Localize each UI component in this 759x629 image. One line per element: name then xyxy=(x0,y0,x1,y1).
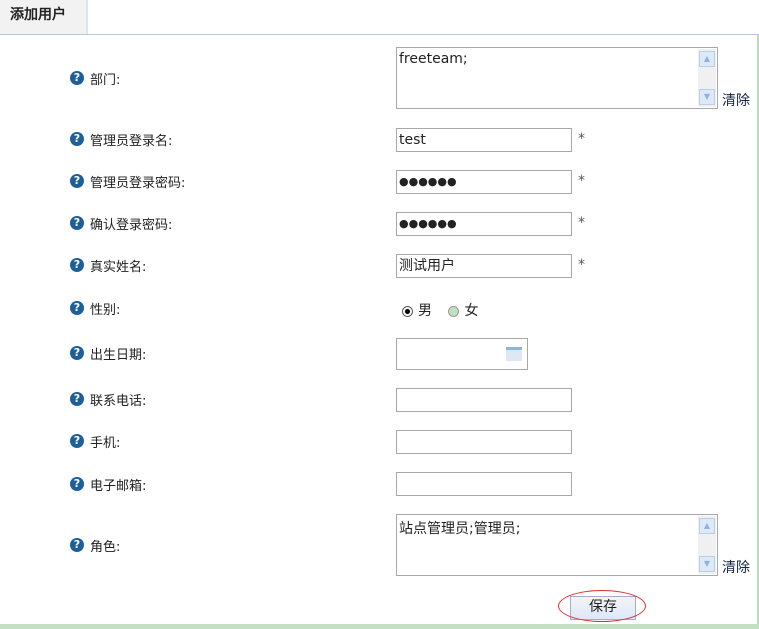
required-mark: * xyxy=(578,257,585,273)
dept-textarea[interactable]: freeteam; ▲ ▼ xyxy=(396,47,718,109)
scroll-up-icon[interactable]: ▲ xyxy=(699,518,715,534)
login-label: ? 管理员登录名: xyxy=(70,129,172,149)
confirm-password-input[interactable]: ●●●●●● xyxy=(396,212,572,236)
role-label: ? 角色: xyxy=(70,535,120,555)
dept-clear-link[interactable]: 清除 xyxy=(722,90,750,110)
help-icon[interactable]: ? xyxy=(70,477,84,491)
label-text: 角色: xyxy=(90,539,121,555)
gender-radios: 男 女 xyxy=(402,300,478,320)
label-text: 真实姓名: xyxy=(90,259,147,275)
calendar-icon[interactable] xyxy=(506,347,522,361)
required-mark: * xyxy=(578,173,585,189)
mobile-input[interactable] xyxy=(396,430,572,454)
help-icon[interactable]: ? xyxy=(70,258,84,272)
gender-female-radio[interactable]: 女 xyxy=(448,303,478,319)
help-icon[interactable]: ? xyxy=(70,538,84,552)
phone-input[interactable] xyxy=(396,388,572,412)
help-icon[interactable]: ? xyxy=(70,392,84,406)
scrollbar[interactable]: ▲ ▼ xyxy=(698,49,716,107)
role-textarea[interactable]: 站点管理员;管理员; ▲ ▼ xyxy=(396,514,718,576)
scroll-down-icon[interactable]: ▼ xyxy=(699,556,715,572)
option-label: 女 xyxy=(464,303,479,319)
email-label: ? 电子邮箱: xyxy=(70,474,146,494)
phone-label: ? 联系电话: xyxy=(70,389,146,409)
tab-add-user[interactable]: 添加用户 xyxy=(0,0,88,34)
required-mark: * xyxy=(578,215,585,231)
help-icon[interactable]: ? xyxy=(70,434,84,448)
option-label: 男 xyxy=(418,303,432,319)
dept-value: freeteam; xyxy=(399,51,468,67)
password-input[interactable]: ●●●●●● xyxy=(396,170,572,194)
radio-checked-icon[interactable] xyxy=(402,305,413,317)
help-icon[interactable]: ? xyxy=(70,132,84,146)
email-input[interactable] xyxy=(396,472,572,496)
role-clear-link[interactable]: 清除 xyxy=(722,557,750,577)
label-text: 管理员登录密码: xyxy=(90,175,186,191)
label-text: 确认登录密码: xyxy=(90,217,173,233)
role-value: 站点管理员;管理员; xyxy=(399,521,521,537)
mobile-label: ? 手机: xyxy=(70,431,120,451)
required-mark: * xyxy=(578,131,585,147)
scroll-down-icon[interactable]: ▼ xyxy=(699,89,715,105)
birthday-input[interactable] xyxy=(396,338,528,370)
highlight-ellipse xyxy=(558,590,646,622)
birthday-label: ? 出生日期: xyxy=(70,343,146,363)
help-icon[interactable]: ? xyxy=(70,174,84,188)
gender-label: ? 性别: xyxy=(70,298,120,318)
realname-label: ? 真实姓名: xyxy=(70,255,146,275)
scroll-up-icon[interactable]: ▲ xyxy=(699,51,715,67)
help-icon[interactable]: ? xyxy=(70,346,84,360)
login-input[interactable]: test xyxy=(396,128,572,152)
label-text: 出生日期: xyxy=(90,347,147,363)
tab-bar: 添加用户 xyxy=(0,0,759,35)
bottom-border xyxy=(0,624,759,629)
label-text: 管理员登录名: xyxy=(90,133,173,149)
help-icon[interactable]: ? xyxy=(70,301,84,315)
password-label: ? 管理员登录密码: xyxy=(70,171,185,191)
label-text: 部门: xyxy=(90,72,121,88)
help-icon[interactable]: ? xyxy=(70,216,84,230)
confirm-label: ? 确认登录密码: xyxy=(70,213,172,233)
scrollbar[interactable]: ▲ ▼ xyxy=(698,516,716,574)
dept-label: ? 部门: xyxy=(70,68,120,88)
label-text: 手机: xyxy=(90,435,121,451)
help-icon[interactable]: ? xyxy=(70,71,84,85)
label-text: 性别: xyxy=(90,302,121,318)
radio-unchecked-icon[interactable] xyxy=(448,305,460,317)
label-text: 联系电话: xyxy=(90,393,147,409)
realname-input[interactable]: 测试用户 xyxy=(396,254,572,278)
label-text: 电子邮箱: xyxy=(90,478,147,494)
gender-male-radio[interactable]: 男 xyxy=(402,303,432,319)
